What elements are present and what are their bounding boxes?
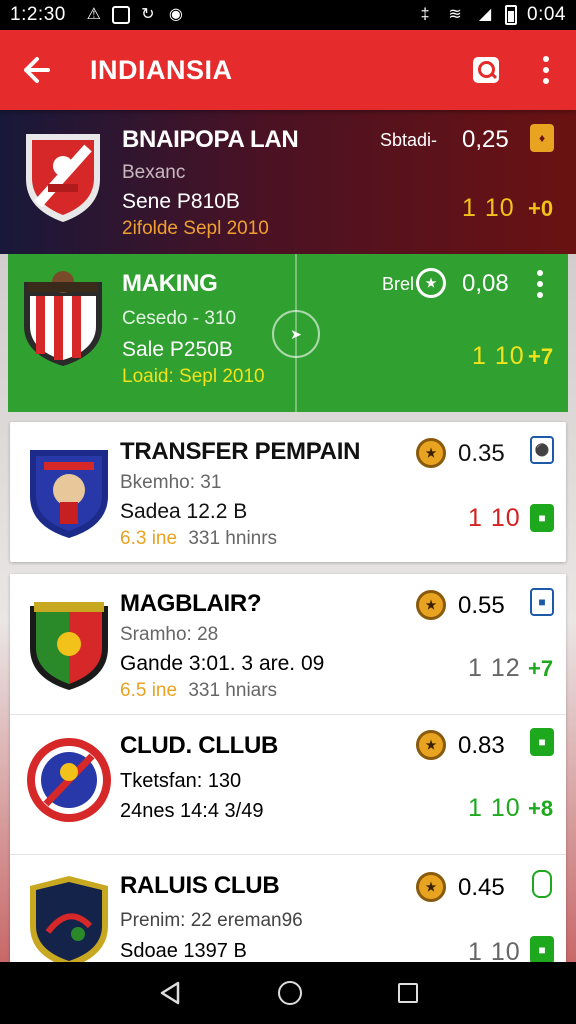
status-icon: ■ [530,728,554,756]
club-crest [18,268,108,368]
club-name: MAGBLAIR? [120,590,262,617]
status-icon: ■ [530,936,554,962]
stat-value: 0,08 [462,270,509,297]
delta: +7 [528,344,554,369]
score: 1 12 [468,654,521,682]
badge-icon: ♦ [530,124,554,152]
more-options-button[interactable] [516,40,576,100]
stat-value: 0.35 [458,440,505,467]
award-icon: ⚫ [530,436,554,464]
delta: +0 [528,196,554,221]
card-more-button[interactable] [528,264,552,304]
status-bar: 1:2:30 ⚠ ↻ ◉ ‡ ≋ ◢ 0:04 [0,0,576,30]
score: 1 10 [472,342,525,370]
status-icon: ■ [530,504,554,532]
club-card[interactable]: MAGBLAIR? Sramho: 28 Gande 3:01. 3 are. … [10,574,566,714]
club-detail-2: Sadea 12.2 B [120,500,248,523]
more-vert-icon [537,270,543,276]
club-name: BNAIPOPA LAN [122,126,299,153]
system-nav-bar [0,962,576,1024]
club-detail-1: Sramho: 28 [120,624,219,645]
club-crest [24,592,114,692]
coin-icon: ★ [416,730,446,760]
club-detail-1: Bexanc [122,162,186,183]
club-card[interactable]: CLUD. CLLUB Tketsfan: 130 24nes 14:4 3/4… [10,714,566,854]
club-detail-2: Sale P250B [122,338,233,361]
club-detail-3: 2ifolde Sepl 2010 [122,218,269,239]
coin-icon: ★ [416,590,446,620]
club-detail-3: 6.5 ine 331 hniars [120,680,278,701]
search-icon [473,57,499,83]
coin-icon: ★ [416,438,446,468]
bluetooth-icon: ‡ [420,6,430,23]
play-icon[interactable]: ➤ [272,310,320,358]
wifi-icon: ≋ [448,6,462,23]
club-name: RALUIS CLUB [120,872,280,899]
club-detail-3: Loaid: Sepl 2010 [122,366,265,387]
club-detail-2: 24nes 14:4 3/49 [120,800,264,822]
nav-home-icon[interactable] [278,981,302,1005]
app-title: INDIANSIA [90,54,233,85]
club-crest [18,124,108,224]
delta: +7 [528,656,554,681]
score: 1 10 [468,794,521,822]
club-detail-1: Prenim: 22 ereman96 [120,910,303,931]
club-detail-1: Cesedo - 310 [122,308,237,329]
battery-icon [505,5,518,25]
alert-icon: ⚠ [86,6,101,23]
back-button[interactable] [0,30,72,110]
stat-value: 0.45 [458,874,505,901]
stat-value: 0.55 [458,592,505,619]
status-time: 1:2:30 [10,4,66,25]
club-detail-2: Gande 3:01. 3 are. 09 [120,652,325,675]
signal-icon: ◢ [478,6,492,23]
search-button[interactable] [456,40,516,100]
id-card-icon: ■ [530,588,554,616]
sync-icon: ↻ [141,6,155,23]
stat-value: 0.83 [458,732,505,759]
club-card-group: MAGBLAIR? Sramho: 28 Gande 3:01. 3 are. … [10,574,566,962]
more-vert-icon [543,56,549,62]
delta: +8 [528,796,554,821]
club-card[interactable]: RALUIS CLUB Prenim: 22 ereman96 Sdoae 13… [10,854,566,962]
stat-label: Brel [382,274,415,294]
club-card-selected[interactable]: ➤ MAKING Cesedo - 310 Sale P250B Loaid: … [8,254,568,412]
club-name: CLUD. CLLUB [120,732,279,759]
image-icon [111,6,130,24]
status-time-right: 0:04 [527,4,566,25]
stat-value: 0,25 [462,126,509,153]
club-detail-1: Bkemho: 31 [120,472,222,493]
coin-icon: ★ [416,268,446,298]
club-detail-3: 6.3 ine 331 hninrs [120,528,278,549]
club-detail-2: Sdoae 1397 B [120,940,247,962]
club-list[interactable]: BNAIPOPA LAN Bexanc Sene P810B 2ifolde S… [0,110,576,962]
stat-label: Sbtadi- [380,130,438,150]
club-crest [24,730,114,830]
score: 1 10 [468,938,521,962]
nav-back-icon[interactable] [158,980,182,1006]
bottle-icon [532,870,552,898]
nav-recents-icon[interactable] [398,983,418,1003]
club-name: TRANSFER PEMPAIN [120,438,361,465]
club-crest [24,440,114,540]
score: 1 10 [462,194,515,222]
back-arrow-icon [24,57,50,83]
club-crest [24,870,114,962]
club-card[interactable]: BNAIPOPA LAN Bexanc Sene P810B 2ifolde S… [0,110,576,254]
score: 1 10 [468,504,521,532]
coin-icon: ★ [416,872,446,902]
app-bar: INDIANSIA [0,30,576,110]
club-detail-1: Tketsfan: 130 [120,770,242,792]
club-card[interactable]: TRANSFER PEMPAIN Bkemho: 31 Sadea 12.2 B… [10,422,566,562]
club-name: MAKING [122,270,218,297]
club-detail-2: Sene P810B [122,190,240,213]
globe-icon: ◉ [168,6,183,23]
